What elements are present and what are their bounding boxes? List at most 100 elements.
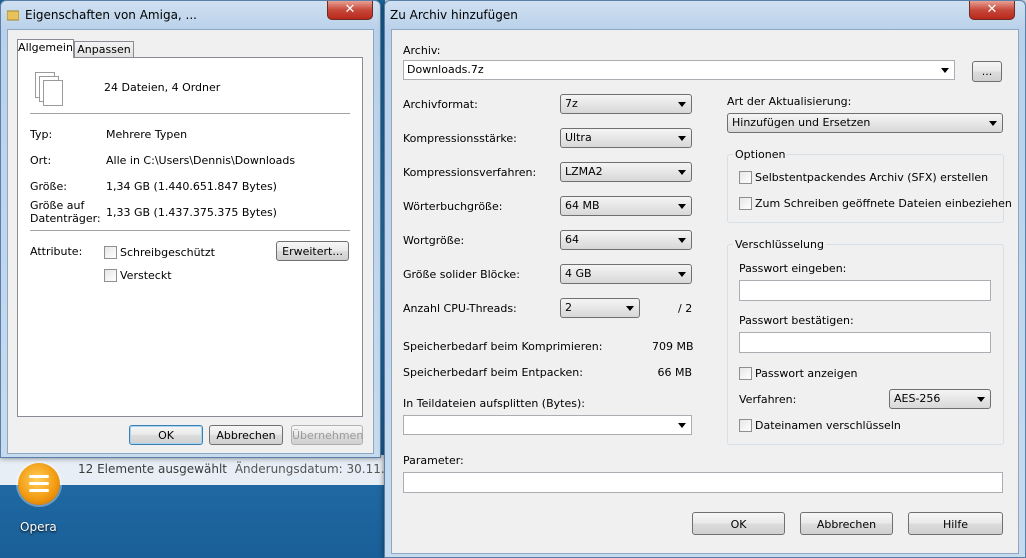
mem-decompress-value: 66 MB [657,366,692,379]
encryption-method-label: Verfahren: [739,393,797,406]
chevron-down-icon [678,238,686,243]
attributes-label: Attribute: [30,245,83,258]
method-select[interactable]: LZMA2 [560,162,692,182]
solid-block-value: 4 GB [565,267,592,280]
ok-button[interactable]: OK [692,512,785,535]
password-confirm-input[interactable] [739,332,991,353]
chevron-down-icon [678,170,686,175]
apply-button[interactable]: Übernehmen [291,425,363,445]
close-button[interactable]: ✕ [327,1,373,20]
format-select[interactable]: 7z [560,94,692,114]
chevron-down-icon [678,136,686,141]
encryption-method-value: AES-256 [894,392,941,405]
chevron-down-icon [941,68,949,73]
word-size-value: 64 [565,233,579,246]
encryption-method-select[interactable]: AES-256 [889,389,991,409]
password-input[interactable] [739,280,991,301]
method-value: LZMA2 [565,165,603,178]
close-button[interactable]: ✕ [969,1,1015,20]
window-title: Eigenschaften von Amiga, ... [25,8,197,22]
explorer-status: 12 Elemente ausgewählt Änderungsdatum: 3… [78,462,415,476]
update-mode-value: Hinzufügen und Ersetzen [732,116,871,129]
type-label: Typ: [30,128,53,141]
location-value: Alle in C:\Users\Dennis\Downloads [106,154,296,167]
cancel-button[interactable]: Abbrechen [800,512,893,535]
help-button[interactable]: Hilfe [908,512,1003,535]
archive-label: Archiv: [403,44,441,57]
options-group [727,154,1004,223]
size-label: Größe: [30,180,67,193]
tab-anpassen[interactable]: Anpassen [74,41,134,58]
separator [30,230,350,232]
word-size-label: Wortgröße: [403,234,465,247]
opera-label[interactable]: Opera [20,520,57,534]
disk-size-label-2: Datenträger: [30,212,101,225]
password-confirm-label: Passwort bestätigen: [739,314,854,327]
threads-label: Anzahl CPU-Threads: [403,302,517,315]
encrypt-names-label[interactable]: Dateinamen verschlüsseln [755,419,901,432]
threads-max: / 2 [678,302,693,315]
solid-block-select[interactable]: 4 GB [560,264,692,284]
chevron-down-icon [977,397,985,402]
parameter-input[interactable] [403,472,1003,493]
encryption-title: Verschlüsselung [733,238,826,251]
shared-files-checkbox[interactable] [739,197,752,210]
dictionary-select[interactable]: 64 MB [560,196,692,216]
format-value: 7z [565,97,578,110]
level-value: Ultra [565,131,592,144]
window-title: Zu Archiv hinzufügen [390,8,518,22]
archive-name-combo[interactable]: Downloads.7z [403,60,955,80]
password-label: Passwort eingeben: [739,262,847,275]
chevron-down-icon [678,102,686,107]
method-label: Kompressionsverfahren: [403,166,537,179]
chevron-down-icon [989,121,997,126]
mem-compress-value: 709 MB [652,340,694,353]
dictionary-label: Wörterbuchgröße: [403,200,503,213]
split-combo[interactable] [403,415,692,435]
format-label: Archivformat: [403,98,478,111]
cancel-button[interactable]: Abbrechen [209,425,283,445]
encrypt-names-checkbox[interactable] [739,419,752,432]
chevron-down-icon [678,204,686,209]
browse-button[interactable]: ... [972,61,1002,82]
sfx-label[interactable]: Selbstentpackendes Archiv (SFX) erstelle… [755,171,988,184]
threads-select[interactable]: 2 [560,298,640,318]
advanced-button[interactable]: Erweitert... [276,241,349,261]
tab-allgemein[interactable]: Allgemein [17,39,74,58]
split-label: In Teildateien aufsplitten (Bytes): [403,397,585,410]
readonly-checkbox[interactable] [104,246,117,259]
threads-value: 2 [565,301,572,314]
opera-icon[interactable] [18,463,60,505]
add-archive-window: Zu Archiv hinzufügen ✕ Archiv: Downloads… [384,0,1026,558]
solid-block-label: Größe solider Blöcke: [403,268,520,281]
disk-size-value: 1,33 GB (1.437.375.375 Bytes) [106,206,277,219]
level-select[interactable]: Ultra [560,128,692,148]
folder-icon [7,10,19,21]
hidden-checkbox[interactable] [104,269,117,282]
summary-text: 24 Dateien, 4 Ordner [104,81,221,94]
readonly-label[interactable]: Schreibgeschützt [120,246,215,259]
dictionary-value: 64 MB [565,199,600,212]
properties-client: Allgemein Anpassen 24 Dateien, 4 Ordner … [7,29,374,454]
chevron-down-icon [678,272,686,277]
size-value: 1,34 GB (1.440.651.847 Bytes) [106,180,277,193]
separator [30,113,350,115]
show-password-label[interactable]: Passwort anzeigen [755,367,857,380]
sfx-checkbox[interactable] [739,171,752,184]
update-mode-label: Art der Aktualisierung: [727,95,852,108]
shared-files-label[interactable]: Zum Schreiben geöffnete Dateien einbezie… [755,197,1012,210]
properties-window: Eigenschaften von Amiga, ... ✕ Allgemein… [0,0,381,458]
word-size-select[interactable]: 64 [560,230,692,250]
files-icon [35,72,65,106]
chevron-down-icon [626,306,634,311]
mem-compress-label: Speicherbedarf beim Komprimieren: [403,340,603,353]
hidden-label[interactable]: Versteckt [120,269,172,282]
mem-decompress-label: Speicherbedarf beim Entpacken: [403,366,583,379]
level-label: Kompressionsstärke: [403,132,517,145]
tab-page-general: 24 Dateien, 4 Ordner Typ: Mehrere Typen … [17,57,363,417]
chevron-down-icon [678,423,686,428]
type-value: Mehrere Typen [106,128,188,141]
show-password-checkbox[interactable] [739,367,752,380]
ok-button[interactable]: OK [129,425,203,445]
update-mode-select[interactable]: Hinzufügen und Ersetzen [727,113,1003,133]
